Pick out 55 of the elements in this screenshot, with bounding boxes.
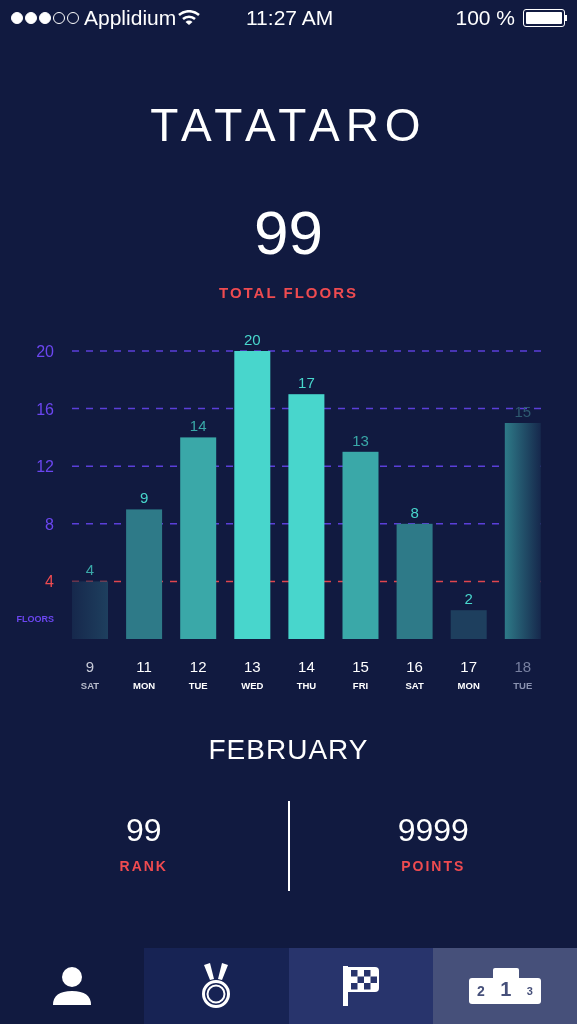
axis-title: FLOORS bbox=[16, 613, 54, 624]
total-label: TOTAL FLOORS bbox=[219, 283, 358, 303]
weekday-label: TUE bbox=[513, 679, 533, 691]
bar-value-label: 9 bbox=[139, 488, 149, 506]
weekday-label: SAT bbox=[405, 679, 424, 691]
wifi-icon bbox=[178, 10, 201, 26]
user-name: TATATARO bbox=[150, 102, 427, 148]
bar-value-label: 8 bbox=[410, 503, 419, 521]
month-title: FEBRUARY bbox=[207, 732, 370, 767]
weekday-label: THU bbox=[296, 679, 317, 691]
bar-value-label: 4 bbox=[85, 560, 95, 578]
axis-tick-label: 4 bbox=[45, 572, 54, 590]
stat-value: 9999 bbox=[397, 814, 469, 846]
stat-value: 99 bbox=[125, 814, 162, 846]
tab-button[interactable] bbox=[144, 948, 289, 1024]
weekday-label: MON bbox=[457, 679, 480, 691]
tab-button[interactable]: 2 1 3 bbox=[432, 948, 577, 1024]
bar-value-label: 17 bbox=[298, 373, 315, 391]
weekday-label: WED bbox=[241, 679, 264, 691]
axis-tick-label: 8 bbox=[45, 515, 54, 533]
bar-value-label: 15 bbox=[514, 402, 532, 420]
profile-icon bbox=[52, 966, 93, 1006]
weekday-label: MON bbox=[133, 679, 156, 691]
weekday-label: SAT bbox=[80, 679, 100, 691]
battery-icon bbox=[523, 9, 567, 27]
date-label: 16 bbox=[406, 657, 423, 675]
clock-time: 11:27 AM bbox=[246, 5, 334, 32]
date-label: 17 bbox=[460, 657, 478, 675]
bar-value-label: 14 bbox=[189, 416, 207, 434]
chart-bar bbox=[450, 609, 487, 639]
axis-tick-label: 20 bbox=[36, 342, 54, 360]
date-label: 14 bbox=[298, 657, 315, 675]
date-label: 9 bbox=[85, 657, 95, 675]
axis-tick-label: 12 bbox=[36, 457, 54, 475]
stat-label: POINTS bbox=[401, 857, 466, 876]
tab-button[interactable] bbox=[288, 948, 433, 1024]
bar-value-label: 20 bbox=[243, 330, 261, 348]
date-label: 12 bbox=[189, 657, 207, 675]
date-label: 18 bbox=[514, 657, 532, 675]
bar-value-label: 13 bbox=[352, 431, 369, 449]
date-label: 11 bbox=[136, 657, 152, 675]
stat-label: RANK bbox=[119, 857, 168, 876]
checkered-flag-icon bbox=[342, 966, 379, 1006]
weekday-label: FRI bbox=[352, 679, 369, 691]
battery-percent: 100 % bbox=[455, 5, 515, 32]
total-value: 99 bbox=[254, 202, 323, 264]
medal-icon bbox=[201, 963, 232, 1009]
signal-icon bbox=[10, 11, 80, 25]
chart-bar bbox=[72, 580, 108, 639]
date-label: 15 bbox=[352, 657, 369, 675]
weekday-label: TUE bbox=[188, 679, 208, 691]
axis-tick-label: 16 bbox=[36, 400, 54, 418]
date-label: 13 bbox=[243, 657, 261, 675]
bar-value-label: 2 bbox=[464, 589, 473, 607]
carrier-name: Applidium bbox=[84, 5, 177, 32]
